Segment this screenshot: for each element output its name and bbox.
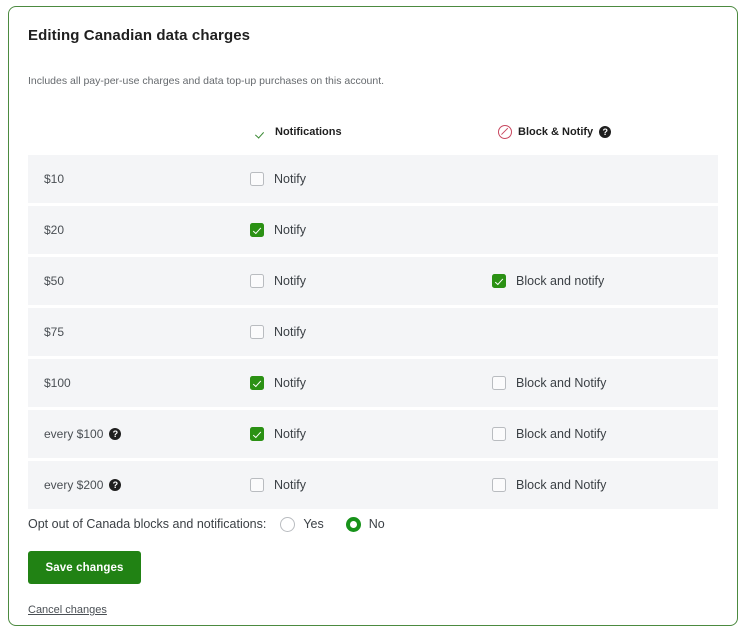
block-notify-cell[interactable]: Block and notify [492, 274, 604, 288]
notify-checkbox[interactable] [250, 274, 264, 288]
notify-cell[interactable]: Notify [250, 274, 306, 288]
radio-yes[interactable] [280, 516, 296, 532]
radio-no[interactable] [345, 516, 361, 532]
table-row: $75 Notify [28, 308, 718, 356]
column-header-block-notify-label: Block & Notify [518, 126, 594, 138]
notify-checkbox[interactable] [250, 223, 264, 237]
row-amount-label: $10 [44, 172, 65, 186]
notify-cell[interactable]: Notify [250, 427, 306, 441]
help-icon[interactable]: ? [109, 428, 122, 440]
table-row: $50 Notify Block and notify [28, 257, 718, 305]
row-amount-label: $100 [44, 376, 71, 390]
notify-cell[interactable]: Notify [250, 223, 306, 237]
help-icon[interactable]: ? [109, 479, 122, 491]
block-notify-label: Block and Notify [516, 478, 607, 492]
radio-yes-label: Yes [303, 517, 324, 531]
block-notify-cell[interactable]: Block and Notify [492, 427, 606, 441]
notify-cell[interactable]: Notify [250, 325, 306, 339]
check-icon [256, 125, 269, 138]
notify-checkbox[interactable] [250, 376, 264, 390]
row-amount: $10 [44, 172, 64, 186]
help-icon[interactable]: ? [599, 126, 612, 138]
editing-charges-card: Editing Canadian data charges Includes a… [8, 6, 738, 626]
notify-checkbox[interactable] [250, 172, 264, 186]
table-row: every $100? Notify Block and Notify [28, 410, 718, 458]
row-amount-label: every $200 [44, 478, 104, 492]
optout-option-yes[interactable]: Yes [280, 516, 324, 532]
charges-table: $10 Notify $20 Notify $50 Notify Block and not… [28, 155, 718, 512]
block-notify-label: Block and Notify [516, 427, 607, 441]
column-header-notifications-label: Notifications [275, 125, 342, 138]
block-notify-cell[interactable]: Block and Notify [492, 478, 606, 492]
notify-label: Notify [274, 478, 306, 492]
optout-option-no[interactable]: No [345, 516, 385, 532]
page-description: Includes all pay-per-use charges and dat… [28, 75, 385, 87]
block-slash-icon [498, 125, 512, 139]
row-amount: $20 [44, 223, 64, 237]
notify-checkbox[interactable] [250, 478, 264, 492]
notify-cell[interactable]: Notify [250, 172, 306, 186]
row-amount-label: every $100 [44, 427, 104, 441]
optout-label: Opt out of Canada blocks and notificatio… [28, 517, 267, 531]
column-header-notifications: Notifications [256, 125, 342, 138]
block-notify-checkbox[interactable] [492, 376, 506, 390]
row-amount-label: $75 [44, 325, 65, 339]
notify-label: Notify [274, 274, 306, 288]
block-notify-checkbox[interactable] [492, 274, 506, 288]
block-notify-checkbox[interactable] [492, 427, 506, 441]
column-headers: Notifications Block & Notify ? [28, 125, 718, 147]
row-amount: $75 [44, 325, 64, 339]
notify-label: Notify [274, 325, 306, 339]
row-amount-label: $50 [44, 274, 65, 288]
notify-checkbox[interactable] [250, 325, 264, 339]
page-title: Editing Canadian data charges [28, 27, 251, 44]
row-amount: every $100? [44, 427, 122, 441]
block-notify-label: Block and Notify [516, 376, 607, 390]
cancel-changes-link[interactable]: Cancel changes [28, 604, 107, 616]
block-notify-checkbox[interactable] [492, 478, 506, 492]
row-amount: $100 [44, 376, 71, 390]
notify-label: Notify [274, 376, 306, 390]
radio-no-label: No [368, 517, 385, 531]
block-notify-cell[interactable]: Block and Notify [492, 376, 606, 390]
notify-cell[interactable]: Notify [250, 478, 306, 492]
table-row: $10 Notify [28, 155, 718, 203]
block-notify-label: Block and notify [516, 274, 605, 288]
notify-checkbox[interactable] [250, 427, 264, 441]
table-row: $20 Notify [28, 206, 718, 254]
notify-label: Notify [274, 172, 306, 186]
table-row: every $200? Notify Block and Notify [28, 461, 718, 509]
table-row: $100 Notify Block and Notify [28, 359, 718, 407]
notify-label: Notify [274, 427, 306, 441]
column-header-block-notify: Block & Notify ? [498, 125, 612, 139]
notify-cell[interactable]: Notify [250, 376, 306, 390]
row-amount: $50 [44, 274, 64, 288]
notify-label: Notify [274, 223, 306, 237]
save-changes-button[interactable]: Save changes [28, 551, 141, 584]
row-amount-label: $20 [44, 223, 65, 237]
row-amount: every $200? [44, 478, 122, 492]
optout-row: Opt out of Canada blocks and notificatio… [28, 514, 407, 534]
